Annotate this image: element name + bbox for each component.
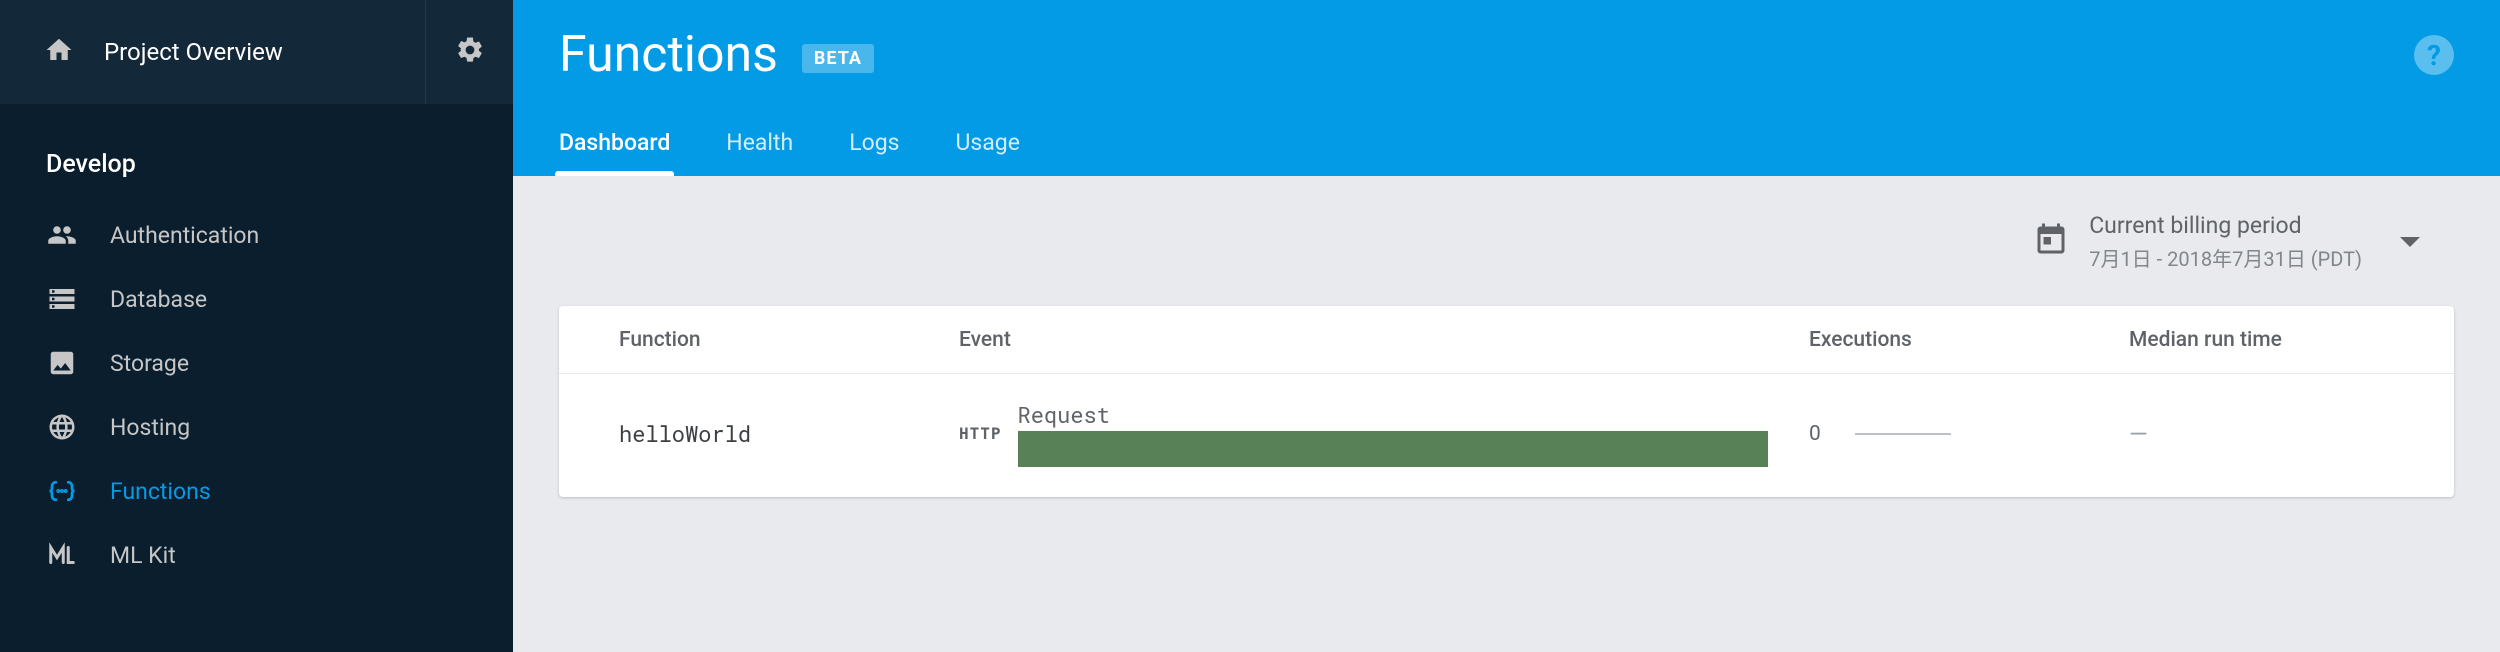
sidebar-item-storage[interactable]: Storage <box>0 331 513 395</box>
project-overview-label: Project Overview <box>104 38 283 66</box>
content-area: Current billing period 7月1日 - 2018年7月31日… <box>513 176 2500 652</box>
sidebar-item-mlkit[interactable]: ML Kit <box>0 523 513 587</box>
function-name: helloWorld <box>619 419 959 448</box>
image-icon <box>44 345 80 381</box>
event-cell: HTTP Request <box>959 400 1809 467</box>
app-root: Project Overview Develop Authentication <box>0 0 2500 652</box>
tabs: Dashboard Health Logs Usage <box>559 108 2454 176</box>
table-row[interactable]: helloWorld HTTP Request 0 — <box>559 374 2454 497</box>
help-icon[interactable]: ? <box>2414 35 2454 75</box>
sidebar-item-hosting[interactable]: Hosting <box>0 395 513 459</box>
sidebar-item-label: Database <box>110 286 207 313</box>
gear-icon <box>455 35 485 69</box>
event-label: Request <box>1018 400 1110 429</box>
hero-title-row: Functions BETA ? <box>559 0 2454 108</box>
sparkline-icon <box>1855 433 1951 435</box>
ml-icon <box>44 537 80 573</box>
bracket-ellipsis-icon <box>44 473 80 509</box>
executions-cell: 0 <box>1809 422 2129 446</box>
globe-icon <box>44 409 80 445</box>
sidebar-item-label: Storage <box>110 350 189 377</box>
people-icon <box>44 217 80 253</box>
chevron-down-icon <box>2400 237 2420 247</box>
sidebar-item-label: Authentication <box>110 222 259 249</box>
tab-usage[interactable]: Usage <box>956 129 1020 176</box>
nav-list: Authentication Database Storage Hosting <box>0 193 513 587</box>
sidebar-item-label: Functions <box>110 478 211 505</box>
sidebar-item-authentication[interactable]: Authentication <box>0 203 513 267</box>
tab-health[interactable]: Health <box>726 129 793 176</box>
sidebar-item-label: Hosting <box>110 414 190 441</box>
calendar-icon <box>2033 222 2069 262</box>
billing-period-range: 7月1日 - 2018年7月31日 (PDT) <box>2089 243 2362 272</box>
main-panel: Functions BETA ? Dashboard Health Logs U… <box>513 0 2500 652</box>
executions-count: 0 <box>1809 422 1821 446</box>
database-icon <box>44 281 80 317</box>
sidebar-item-functions[interactable]: Functions <box>0 459 513 523</box>
sidebar-top: Project Overview <box>0 0 513 104</box>
sidebar: Project Overview Develop Authentication <box>0 0 513 652</box>
project-overview-button[interactable]: Project Overview <box>0 0 425 104</box>
table-header: Function Event Executions Median run tim… <box>559 306 2454 374</box>
sidebar-item-database[interactable]: Database <box>0 267 513 331</box>
functions-table-card: Function Event Executions Median run tim… <box>559 306 2454 497</box>
billing-period-label: Current billing period <box>2089 212 2362 239</box>
event-column: Request <box>1018 400 1768 467</box>
col-header-event: Event <box>959 328 1809 352</box>
col-header-median: Median run time <box>2129 328 2389 352</box>
home-icon <box>44 35 74 69</box>
hero-header: Functions BETA ? Dashboard Health Logs U… <box>513 0 2500 176</box>
tab-logs[interactable]: Logs <box>849 129 899 176</box>
tab-dashboard[interactable]: Dashboard <box>559 129 670 176</box>
page-title: Functions <box>559 26 778 84</box>
http-tag: HTTP <box>959 424 1002 443</box>
col-header-function: Function <box>619 328 959 352</box>
billing-period-selector[interactable]: Current billing period 7月1日 - 2018年7月31日… <box>559 202 2454 290</box>
billing-period-text: Current billing period 7月1日 - 2018年7月31日… <box>2089 212 2362 272</box>
beta-badge: BETA <box>802 44 874 73</box>
sidebar-item-label: ML Kit <box>110 542 176 569</box>
redacted-url-bar <box>1018 431 1768 467</box>
median-cell: — <box>2129 420 2389 448</box>
col-header-executions: Executions <box>1809 328 2129 352</box>
section-develop-title: Develop <box>0 104 513 193</box>
settings-button[interactable] <box>425 0 513 104</box>
